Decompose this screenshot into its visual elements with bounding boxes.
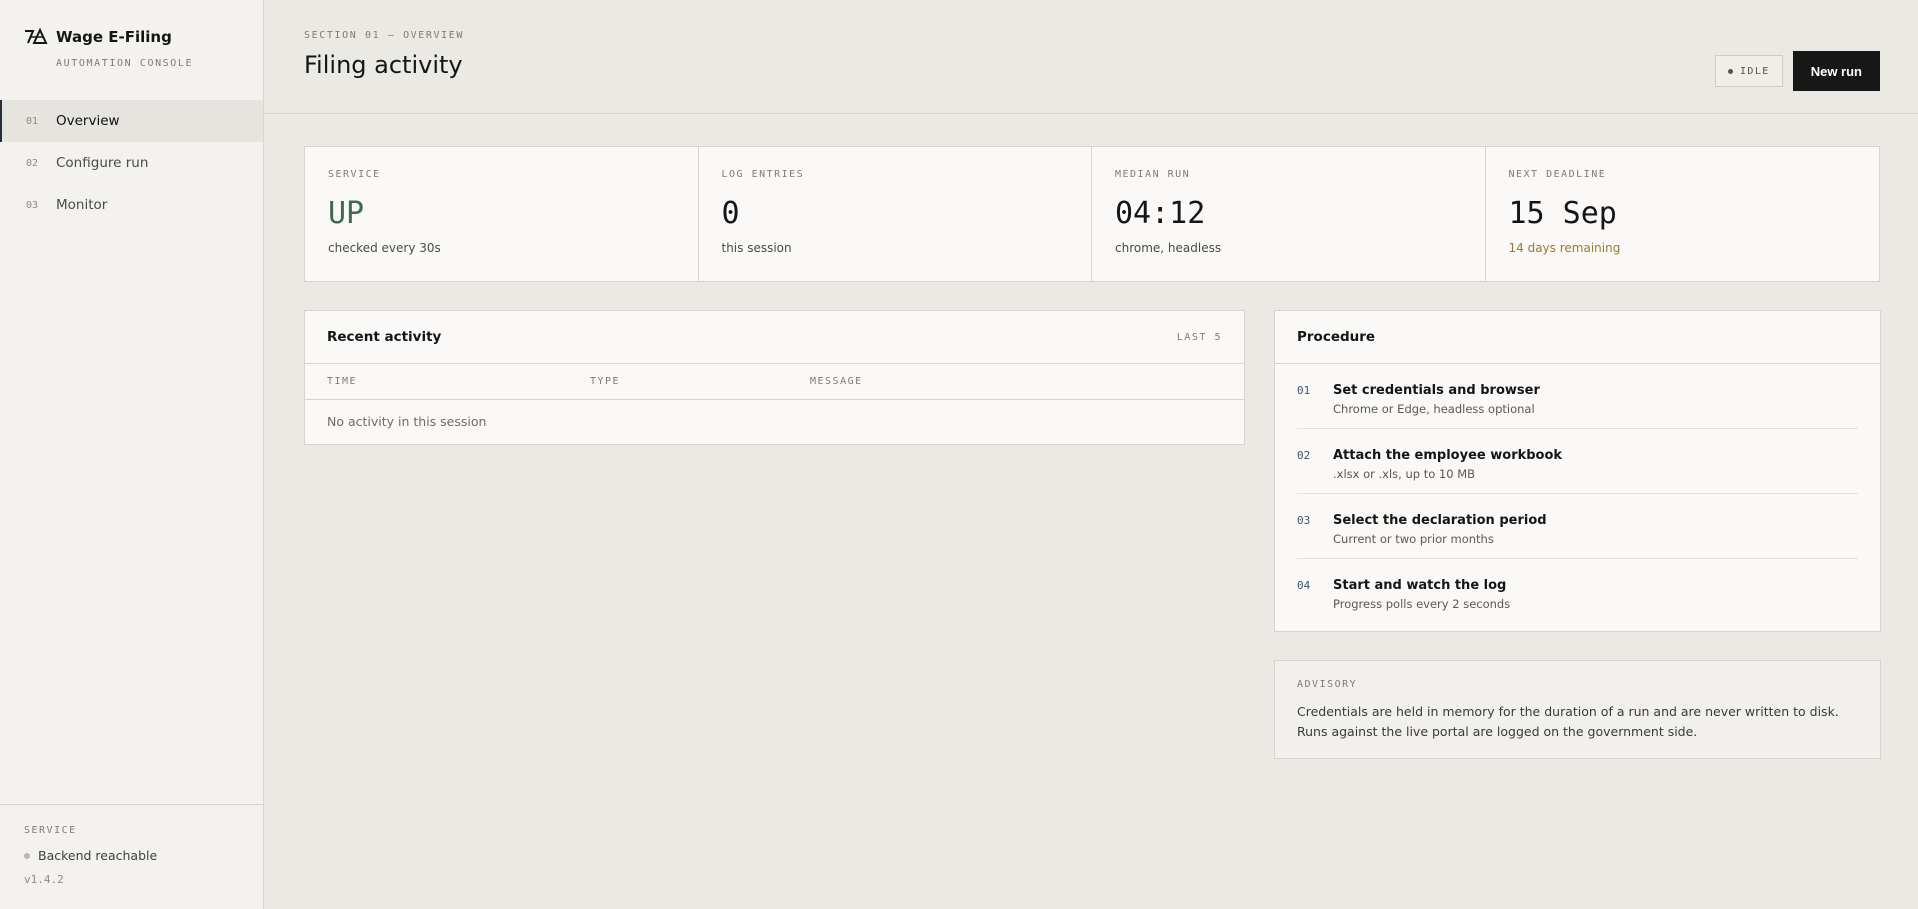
panel-header: Procedure xyxy=(1275,311,1880,364)
step-title: Attach the employee workbook xyxy=(1333,448,1563,463)
header-actions: IDLE New run xyxy=(1715,51,1880,91)
procedure-steps: 01 Set credentials and browser Chrome or… xyxy=(1275,364,1880,623)
panel-title: Procedure xyxy=(1297,329,1376,345)
step-description: .xlsx or .xls, up to 10 MB xyxy=(1333,467,1476,481)
stat-log-entries: LOG ENTRIES 0 this session xyxy=(699,147,1092,281)
stat-value: 0 xyxy=(721,196,740,231)
step-number: 02 xyxy=(1297,449,1311,462)
stat-sub: checked every 30s xyxy=(328,241,441,255)
nav-label: Overview xyxy=(56,113,120,129)
stat-value: UP xyxy=(328,196,365,231)
sidebar-nav: 01 Overview 02 Configure run 03 Monitor xyxy=(0,100,263,226)
stat-label: SERVICE xyxy=(328,169,381,180)
brand: Wage E-Filing AUTOMATION CONSOLE xyxy=(0,0,263,100)
main-content: SECTION 01 — OVERVIEW Filing activity ID… xyxy=(264,0,1918,909)
step-title: Start and watch the log xyxy=(1333,578,1507,593)
step-title: Select the declaration period xyxy=(1333,513,1547,528)
app-version: v1.4.2 xyxy=(24,873,64,886)
stat-service: SERVICE UP checked every 30s xyxy=(305,147,699,281)
column-header-type: TYPE xyxy=(590,376,621,387)
logo-icon xyxy=(25,28,48,44)
list-item: 04 Start and watch the log Progress poll… xyxy=(1297,559,1858,623)
stat-median-run: MEDIAN RUN 04:12 chrome, headless xyxy=(1092,147,1486,281)
procedure-panel: Procedure 01 Set credentials and browser… xyxy=(1274,310,1881,632)
app-subtitle: AUTOMATION CONSOLE xyxy=(56,58,194,69)
stat-sub: chrome, headless xyxy=(1115,241,1222,255)
empty-state: No activity in this session xyxy=(327,414,487,429)
nav-number: 03 xyxy=(26,199,39,211)
list-item: 01 Set credentials and browser Chrome or… xyxy=(1297,364,1858,429)
nav-label: Configure run xyxy=(56,155,149,171)
nav-number: 01 xyxy=(26,115,39,127)
nav-label: Monitor xyxy=(56,197,108,213)
nav-number: 02 xyxy=(26,157,39,169)
backend-status-text: Backend reachable xyxy=(38,848,158,863)
stat-label: MEDIAN RUN xyxy=(1115,169,1191,180)
step-description: Chrome or Edge, headless optional xyxy=(1333,402,1535,416)
step-number: 01 xyxy=(1297,384,1311,397)
stat-next-deadline: NEXT DEADLINE 15 Sep 14 days remaining xyxy=(1486,147,1880,281)
stat-label: NEXT DEADLINE xyxy=(1508,169,1607,180)
column-header-message: MESSAGE xyxy=(810,376,863,387)
panel-title: Recent activity xyxy=(327,329,442,345)
sidebar: Wage E-Filing AUTOMATION CONSOLE 01 Over… xyxy=(0,0,264,909)
status-dot-icon xyxy=(24,852,30,859)
sidebar-item-overview[interactable]: 01 Overview xyxy=(0,100,263,142)
backend-status: Backend reachable xyxy=(24,848,239,863)
stat-value: 04:12 xyxy=(1115,196,1206,231)
service-caption: SERVICE xyxy=(24,825,77,836)
stat-sub: 14 days remaining xyxy=(1508,241,1621,255)
sidebar-item-configure-run[interactable]: 02 Configure run xyxy=(0,142,263,184)
sidebar-item-monitor[interactable]: 03 Monitor xyxy=(0,184,263,226)
recent-activity-panel: Recent activity LAST 5 TIME TYPE MESSAGE… xyxy=(304,310,1245,445)
status-badge: IDLE xyxy=(1715,55,1783,87)
list-item: 02 Attach the employee workbook .xlsx or… xyxy=(1297,429,1858,494)
panel-meta: LAST 5 xyxy=(1176,331,1222,343)
list-item: 03 Select the declaration period Current… xyxy=(1297,494,1858,559)
stat-label: LOG ENTRIES xyxy=(721,169,805,180)
new-run-button[interactable]: New run xyxy=(1792,51,1880,91)
status-dot-icon xyxy=(1728,68,1734,74)
app-title: Wage E-Filing xyxy=(56,28,172,46)
page-header: SECTION 01 — OVERVIEW Filing activity ID… xyxy=(264,0,1918,114)
step-number: 03 xyxy=(1297,514,1311,527)
step-description: Progress polls every 2 seconds xyxy=(1333,597,1511,611)
advisory-text: Credentials are held in memory for the d… xyxy=(1297,704,1839,739)
step-description: Current or two prior months xyxy=(1333,532,1494,546)
step-title: Set credentials and browser xyxy=(1333,383,1540,398)
panel-header: Recent activity LAST 5 xyxy=(305,311,1244,364)
status-badge-label: IDLE xyxy=(1740,65,1770,77)
advisory-panel: ADVISORY Credentials are held in memory … xyxy=(1274,660,1881,759)
column-header-time: TIME xyxy=(327,376,358,387)
advisory-caption: ADVISORY xyxy=(1297,679,1358,690)
sidebar-footer: SERVICE Backend reachable v1.4.2 xyxy=(0,804,263,909)
stat-value: 15 Sep xyxy=(1508,196,1617,231)
table-header: TIME TYPE MESSAGE xyxy=(305,364,1244,400)
step-number: 04 xyxy=(1297,579,1311,592)
stats-strip: SERVICE UP checked every 30s LOG ENTRIES… xyxy=(304,146,1880,282)
section-eyebrow: SECTION 01 — OVERVIEW xyxy=(304,30,465,41)
stat-sub: this session xyxy=(721,241,792,255)
page-title: Filing activity xyxy=(304,51,463,79)
